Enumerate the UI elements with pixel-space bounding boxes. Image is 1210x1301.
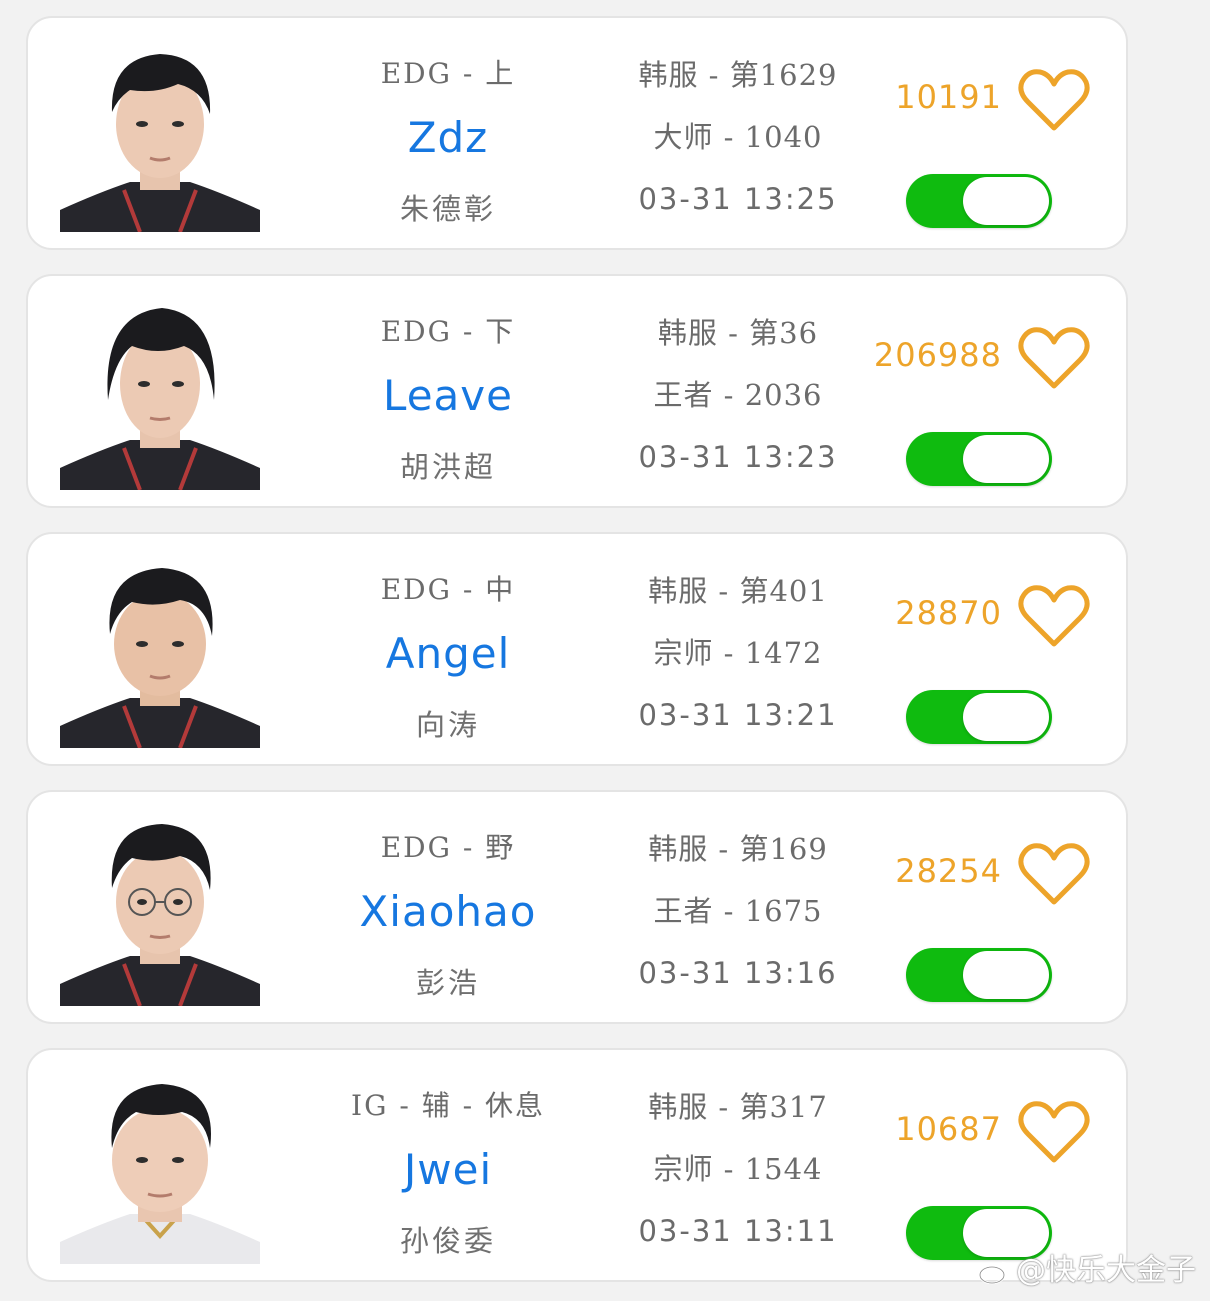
- server-rank: 韩服 - 第1629: [638, 58, 838, 92]
- player-avatar: [60, 1064, 260, 1264]
- tier-lp: 宗师 - 1544: [653, 1152, 823, 1186]
- heart-icon[interactable]: [1018, 842, 1090, 908]
- server-rank: 韩服 - 第169: [648, 832, 828, 866]
- heart-icon[interactable]: [1018, 1100, 1090, 1166]
- toggle-knob: [963, 435, 1049, 483]
- toggle-knob: [963, 693, 1049, 741]
- follow-toggle[interactable]: [906, 174, 1052, 228]
- follow-toggle[interactable]: [906, 690, 1052, 744]
- player-card: EDG - 上 Zdz 朱德彰 韩服 - 第1629 大师 - 1040 03-…: [26, 16, 1128, 250]
- likes-count: 28870: [895, 594, 1002, 632]
- likes-count: 206988: [873, 336, 1002, 374]
- weibo-icon: [978, 1261, 1011, 1284]
- server-rank: 韩服 - 第317: [648, 1090, 828, 1124]
- player-ign[interactable]: Jwei: [298, 1145, 598, 1194]
- player-real-name: 彭浩: [415, 966, 480, 1000]
- likes-count: 10687: [895, 1110, 1002, 1148]
- tier-lp: 宗师 - 1472: [653, 636, 823, 670]
- player-avatar: [60, 548, 260, 748]
- follow-toggle[interactable]: [906, 948, 1052, 1002]
- toggle-knob: [963, 177, 1049, 225]
- follow-toggle[interactable]: [906, 432, 1052, 486]
- player-avatar: [60, 806, 260, 1006]
- heart-icon[interactable]: [1018, 326, 1090, 392]
- tier-lp: 大师 - 1040: [653, 120, 823, 154]
- player-card: EDG - 野 Xiaohao 彭浩 韩服 - 第169 王者 - 1675 0…: [26, 790, 1128, 1024]
- tier-lp: 王者 - 2036: [653, 378, 823, 412]
- heart-icon[interactable]: [1018, 68, 1090, 134]
- likes-count: 10191: [895, 78, 1002, 116]
- team-role: EDG - 下: [380, 315, 516, 348]
- update-time: 03-31 13:23: [638, 440, 838, 474]
- team-role: EDG - 中: [380, 573, 516, 606]
- watermark: @快乐大金子: [978, 1245, 1196, 1289]
- player-real-name: 朱德彰: [399, 192, 496, 226]
- heart-icon[interactable]: [1018, 584, 1090, 650]
- server-rank: 韩服 - 第36: [657, 316, 819, 350]
- player-avatar: [60, 290, 260, 490]
- update-time: 03-31 13:16: [638, 956, 838, 990]
- player-real-name: 向涛: [415, 708, 480, 742]
- player-ign[interactable]: Leave: [298, 371, 598, 420]
- likes-count: 28254: [895, 852, 1002, 890]
- player-card: EDG - 下 Leave 胡洪超 韩服 - 第36 王者 - 2036 03-…: [26, 274, 1128, 508]
- player-real-name: 胡洪超: [399, 450, 496, 484]
- player-card: IG - 辅 - 休息 Jwei 孙俊委 韩服 - 第317 宗师 - 1544…: [26, 1048, 1128, 1282]
- team-role: EDG - 野: [380, 831, 516, 864]
- team-role: EDG - 上: [380, 57, 516, 90]
- player-ign[interactable]: Angel: [298, 629, 598, 678]
- player-ign[interactable]: Zdz: [298, 113, 598, 162]
- tier-lp: 王者 - 1675: [653, 894, 823, 928]
- player-ign[interactable]: Xiaohao: [298, 887, 598, 936]
- update-time: 03-31 13:11: [638, 1214, 838, 1248]
- player-card: EDG - 中 Angel 向涛 韩服 - 第401 宗师 - 1472 03-…: [26, 532, 1128, 766]
- toggle-knob: [963, 951, 1049, 999]
- team-role: IG - 辅 - 休息: [351, 1089, 545, 1122]
- update-time: 03-31 13:21: [638, 698, 838, 732]
- server-rank: 韩服 - 第401: [648, 574, 828, 608]
- player-real-name: 孙俊委: [399, 1224, 496, 1258]
- update-time: 03-31 13:25: [638, 182, 838, 216]
- watermark-text: @快乐大金子: [1016, 1253, 1196, 1288]
- player-avatar: [60, 32, 260, 232]
